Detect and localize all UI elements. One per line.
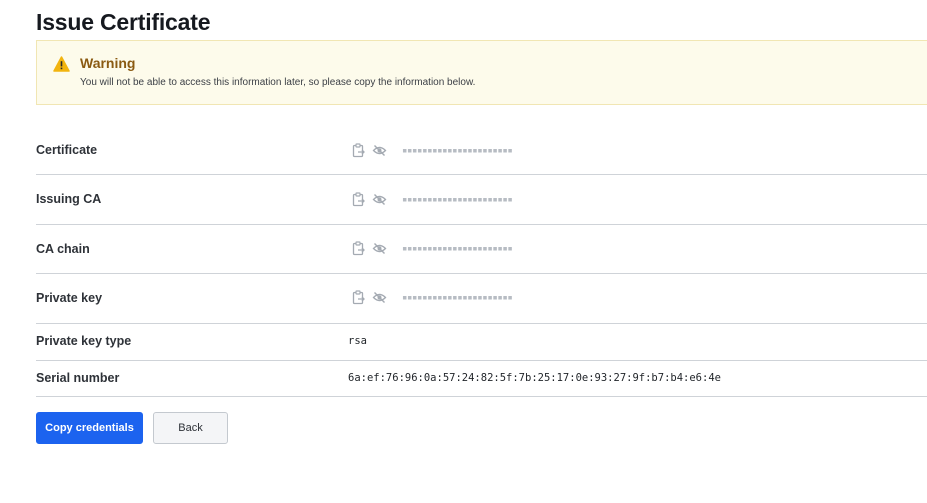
copy-credentials-button[interactable]: Copy credentials	[36, 412, 143, 444]
certificate-label: Certificate	[36, 143, 98, 157]
masked-value: ▪▪▪▪▪▪▪▪▪▪▪▪▪▪▪▪▪▪▪▪▪▪	[402, 194, 513, 205]
certificate-row: Certificate ▪▪▪▪▪▪▪▪▪▪▪▪▪▪▪▪▪▪▪▪▪▪	[36, 125, 927, 175]
private-key-value-group: ▪▪▪▪▪▪▪▪▪▪▪▪▪▪▪▪▪▪▪▪▪▪	[351, 290, 513, 305]
clipboard-copy-icon[interactable]	[351, 241, 366, 256]
issuing-ca-value-group: ▪▪▪▪▪▪▪▪▪▪▪▪▪▪▪▪▪▪▪▪▪▪	[351, 192, 513, 207]
warning-alert: Warning You will not be able to access t…	[36, 40, 927, 105]
eye-slash-icon[interactable]	[372, 192, 387, 207]
ca-chain-value-group: ▪▪▪▪▪▪▪▪▪▪▪▪▪▪▪▪▪▪▪▪▪▪	[351, 241, 513, 256]
masked-value: ▪▪▪▪▪▪▪▪▪▪▪▪▪▪▪▪▪▪▪▪▪▪	[402, 292, 513, 303]
page-title: Issue Certificate	[36, 9, 211, 35]
private-key-label: Private key	[36, 291, 103, 305]
private-key-row: Private key ▪▪▪▪▪▪▪▪▪▪▪▪▪▪▪▪▪▪▪▪▪▪	[36, 274, 927, 324]
serial-number-value: 6a:ef:76:96:0a:57:24:82:5f:7b:25:17:0e:9…	[348, 372, 721, 384]
eye-slash-icon[interactable]	[372, 241, 387, 256]
issuing-ca-row: Issuing CA ▪▪▪▪▪▪▪▪▪▪▪▪▪▪▪▪▪▪▪▪▪▪	[36, 175, 927, 225]
clipboard-copy-icon[interactable]	[351, 143, 366, 158]
warning-title: Warning	[80, 55, 136, 71]
ca-chain-row: CA chain ▪▪▪▪▪▪▪▪▪▪▪▪▪▪▪▪▪▪▪▪▪▪	[36, 225, 927, 274]
serial-number-row: Serial number 6a:ef:76:96:0a:57:24:82:5f…	[36, 361, 927, 397]
back-button[interactable]: Back	[153, 412, 228, 444]
eye-slash-icon[interactable]	[372, 290, 387, 305]
clipboard-copy-icon[interactable]	[351, 290, 366, 305]
clipboard-copy-icon[interactable]	[351, 192, 366, 207]
masked-value: ▪▪▪▪▪▪▪▪▪▪▪▪▪▪▪▪▪▪▪▪▪▪	[402, 145, 513, 156]
issuing-ca-label: Issuing CA	[36, 192, 102, 206]
warning-message: You will not be able to access this info…	[80, 77, 476, 88]
warning-triangle-icon	[53, 56, 70, 72]
ca-chain-label: CA chain	[36, 242, 90, 256]
private-key-type-row: Private key type rsa	[36, 324, 927, 361]
certificate-value-group: ▪▪▪▪▪▪▪▪▪▪▪▪▪▪▪▪▪▪▪▪▪▪	[351, 143, 513, 158]
masked-value: ▪▪▪▪▪▪▪▪▪▪▪▪▪▪▪▪▪▪▪▪▪▪	[402, 243, 513, 254]
eye-slash-icon[interactable]	[372, 143, 387, 158]
private-key-type-label: Private key type	[36, 334, 132, 348]
serial-number-label: Serial number	[36, 371, 120, 385]
private-key-type-value: rsa	[348, 335, 367, 347]
